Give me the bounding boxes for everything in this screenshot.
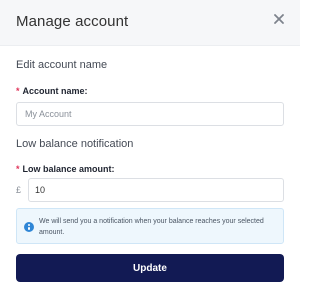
low-balance-amount-label-text: Low balance amount: [22, 164, 112, 174]
low-balance-amount-input[interactable]: [28, 178, 284, 202]
info-text: We will send you a notification when you…: [39, 218, 264, 236]
currency-symbol: £: [16, 185, 22, 195]
modal-header: Manage account: [0, 0, 300, 46]
update-button[interactable]: Update: [16, 254, 284, 282]
required-mark: *: [16, 164, 20, 174]
modal-title: Manage account: [16, 13, 129, 30]
required-mark: *: [16, 86, 20, 96]
info-box: We will send you a notification when you…: [16, 208, 284, 244]
low-balance-notification-heading: Low balance notification: [16, 138, 134, 150]
label-colon: :: [84, 86, 88, 96]
label-colon: :: [111, 164, 115, 174]
account-name-input[interactable]: [16, 102, 284, 126]
close-icon[interactable]: [272, 12, 286, 26]
edit-account-name-heading: Edit account name: [16, 59, 108, 71]
info-icon: [24, 222, 34, 232]
account-name-label: * Account name:: [16, 86, 88, 96]
account-name-label-text: Account name: [22, 86, 85, 96]
low-balance-amount-label: * Low balance amount:: [16, 164, 115, 174]
